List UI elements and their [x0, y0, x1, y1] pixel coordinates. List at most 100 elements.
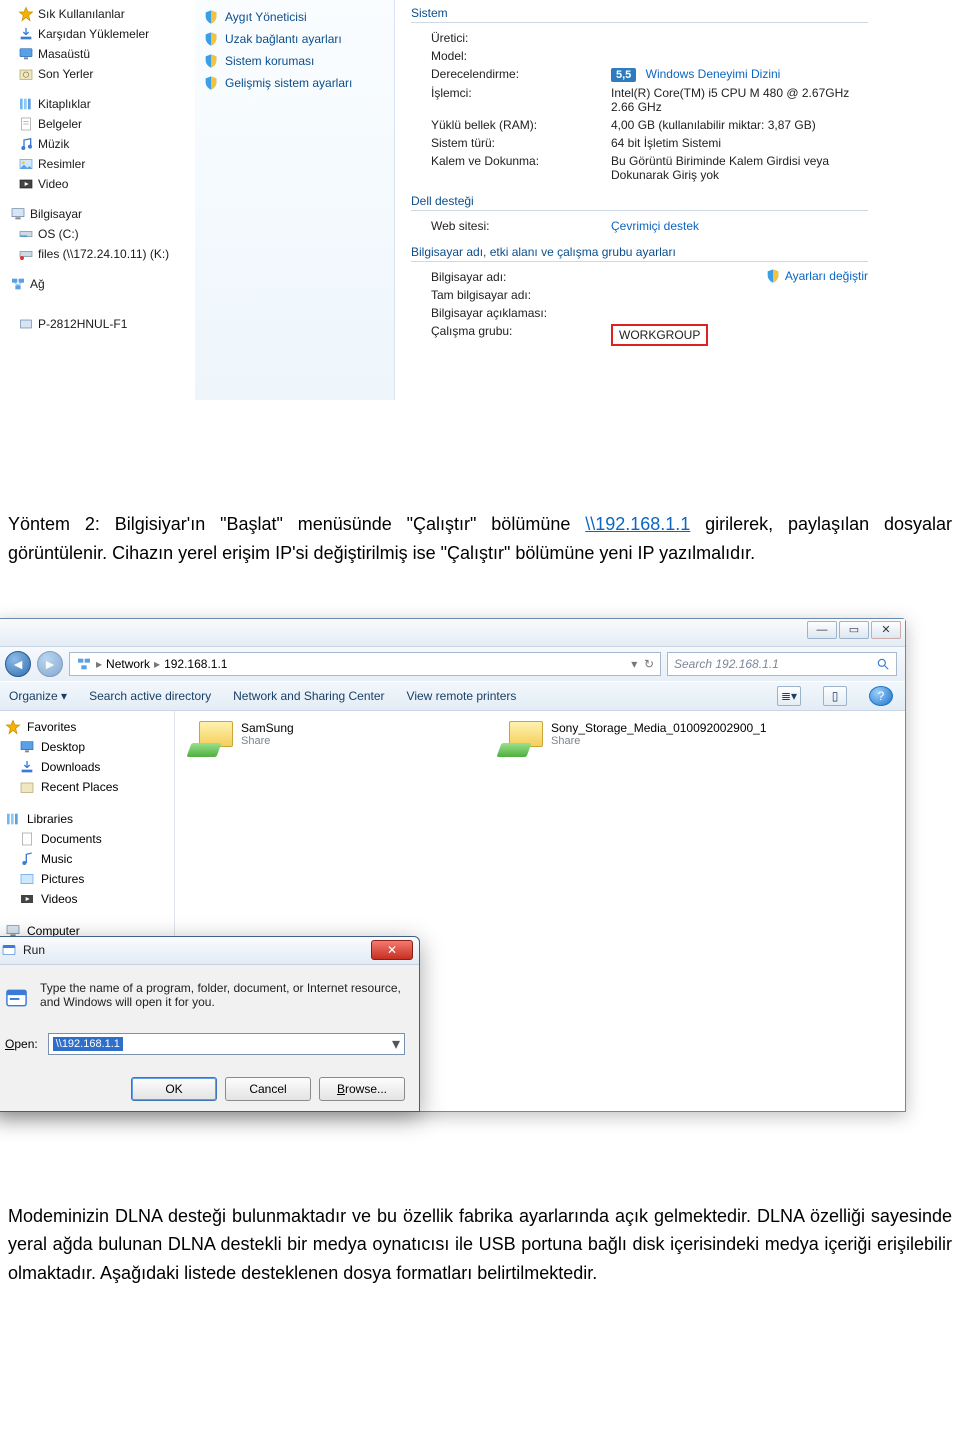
run-open-label: Open: — [5, 1037, 38, 1051]
task-advanced-settings[interactable]: Gelişmiş sistem ayarları — [203, 72, 386, 94]
run-body: Type the name of a program, folder, docu… — [0, 965, 419, 1061]
run-open-row: Open: \\192.168.1.1 ▾ — [5, 1033, 405, 1055]
tree-item[interactable]: Karşıdan Yüklemeler — [6, 24, 189, 44]
shield-icon — [203, 9, 219, 25]
tree-item[interactable]: Video — [6, 174, 189, 194]
label: Tam bilgisayar adı: — [431, 288, 611, 302]
list-item[interactable]: Desktop — [1, 737, 170, 757]
breadcrumb[interactable]: ▸ Network ▸ 192.168.1.1 ▾ ↻ — [69, 652, 661, 676]
list-item[interactable]: Videos — [1, 889, 170, 909]
tree-item[interactable]: P-2812HNUL-F1 — [6, 314, 189, 334]
search-ad[interactable]: Search active directory — [89, 689, 211, 703]
text: Yöntem 2: Bilgisiyar'ın "Başlat" menüsün… — [8, 514, 585, 534]
row-rating: Derecelendirme: 5,5 Windows Deneyimi Diz… — [407, 65, 868, 84]
shield-icon — [203, 75, 219, 91]
favorites-header[interactable]: Favorites — [1, 717, 170, 737]
share-text: SamSung Share — [241, 721, 294, 747]
maximize-button[interactable]: ▭ — [839, 621, 869, 639]
run-cancel-button[interactable]: Cancel — [225, 1077, 311, 1101]
help-button[interactable]: ? — [869, 686, 893, 706]
download-icon — [18, 26, 34, 42]
computer-header[interactable]: Bilgisayar — [6, 204, 189, 224]
network-header[interactable]: Ağ — [6, 274, 189, 294]
organize-menu[interactable]: Organize ▾ — [9, 689, 67, 703]
task-device-manager[interactable]: Aygıt Yöneticisi — [203, 6, 386, 28]
label: Bilgisayar — [30, 207, 82, 221]
view-options-button[interactable]: ≣▾ — [777, 686, 801, 706]
back-button[interactable]: ◄ — [5, 651, 31, 677]
network-sharing-center[interactable]: Network and Sharing Center — [233, 689, 384, 703]
view-remote-printers[interactable]: View remote printers — [407, 689, 517, 703]
label: Kitaplıklar — [38, 97, 91, 111]
row-full-name: Tam bilgisayar adı: — [407, 286, 868, 304]
run-close-button[interactable]: ✕ — [371, 940, 413, 960]
label: files (\\172.24.10.11) (K:) — [38, 247, 169, 261]
favorites-label: Sık Kullanılanlar — [38, 7, 125, 21]
list-item[interactable]: Documents — [1, 829, 170, 849]
label: Bilgisayar adı: — [431, 270, 611, 284]
change-settings-link[interactable]: Ayarları değiştir — [765, 268, 868, 284]
label: Gelişmiş sistem ayarları — [225, 76, 352, 90]
tree-item[interactable]: Masaüstü — [6, 44, 189, 64]
search-input[interactable]: Search 192.168.1.1 — [667, 652, 897, 676]
tree-item[interactable]: Resimler — [6, 154, 189, 174]
value-link[interactable]: Çevrimiçi destek — [611, 219, 868, 233]
chevron-down-icon[interactable]: ▾ — [392, 1034, 400, 1054]
tree-item[interactable]: files (\\172.24.10.11) (K:) — [6, 244, 189, 264]
tree-item[interactable]: OS (C:) — [6, 224, 189, 244]
label: Videos — [41, 892, 77, 906]
minimize-button[interactable]: — — [807, 621, 837, 639]
run-icon — [1, 942, 17, 958]
run-ok-button[interactable]: OK — [131, 1077, 217, 1101]
tree-item[interactable]: Belgeler — [6, 114, 189, 134]
libraries-header[interactable]: Kitaplıklar — [6, 94, 189, 114]
list-item[interactable]: Downloads — [1, 757, 170, 777]
share-item[interactable]: SamSung Share — [189, 721, 469, 757]
label: Favorites — [27, 720, 76, 734]
row-cpu: İşlemci:Intel(R) Core(TM) i5 CPU M 480 @… — [407, 84, 868, 116]
label: Yüklü bellek (RAM): — [431, 118, 611, 132]
share-type: Share — [241, 735, 294, 747]
desktop-icon — [18, 46, 34, 62]
glyph: ✕ — [881, 623, 890, 636]
close-button[interactable]: ✕ — [871, 621, 901, 639]
label: Resimler — [38, 157, 85, 171]
ip-link[interactable]: \\192.168.1.1 — [585, 514, 690, 534]
forward-button[interactable]: ► — [37, 651, 63, 677]
run-browse-button[interactable]: Browse... — [319, 1077, 405, 1101]
library-icon — [18, 96, 34, 112]
label: Documents — [41, 832, 102, 846]
tree-item[interactable]: Müzik — [6, 134, 189, 154]
label: Müzik — [38, 137, 69, 151]
label: Karşıdan Yüklemeler — [38, 27, 149, 41]
row-systype: Sistem türü:64 bit İşletim Sistemi — [407, 134, 868, 152]
paragraph-method2: Yöntem 2: Bilgisiyar'ın "Başlat" menüsün… — [0, 510, 960, 568]
list-item[interactable]: Recent Places — [1, 777, 170, 797]
run-open-input[interactable]: \\192.168.1.1 ▾ — [48, 1033, 405, 1055]
rating-link[interactable]: Windows Deneyimi Dizini — [646, 67, 781, 81]
video-icon — [19, 891, 35, 907]
crumb-network[interactable]: Network — [106, 657, 150, 671]
tree-item[interactable] — [6, 294, 189, 314]
tree-item[interactable]: Son Yerler — [6, 64, 189, 84]
list-item[interactable]: Pictures — [1, 869, 170, 889]
computer-icon — [10, 206, 26, 222]
favorites-header[interactable]: Sık Kullanılanlar — [6, 4, 189, 24]
share-item[interactable]: Sony_Storage_Media_010092002900_1 Share — [499, 721, 779, 757]
preview-pane-button[interactable]: ▯ — [823, 686, 847, 706]
share-name: Sony_Storage_Media_010092002900_1 — [551, 721, 767, 735]
task-remote-settings[interactable]: Uzak bağlantı ayarları — [203, 28, 386, 50]
list-item[interactable]: Music — [1, 849, 170, 869]
label: Bilgisayar açıklaması: — [431, 306, 611, 320]
value: 64 bit İşletim Sistemi — [611, 136, 868, 150]
crumb-ip[interactable]: 192.168.1.1 — [164, 657, 227, 671]
drive-icon — [18, 226, 34, 242]
label: Belgeler — [38, 117, 82, 131]
network-icon — [10, 276, 26, 292]
label: Üretici: — [431, 31, 611, 45]
star-icon — [18, 6, 34, 22]
label: Derecelendirme: — [431, 67, 611, 82]
task-system-protection[interactable]: Sistem koruması — [203, 50, 386, 72]
section-computername: Bilgisayar adı, etki alanı ve çalışma gr… — [411, 245, 868, 262]
libraries-header[interactable]: Libraries — [1, 809, 170, 829]
